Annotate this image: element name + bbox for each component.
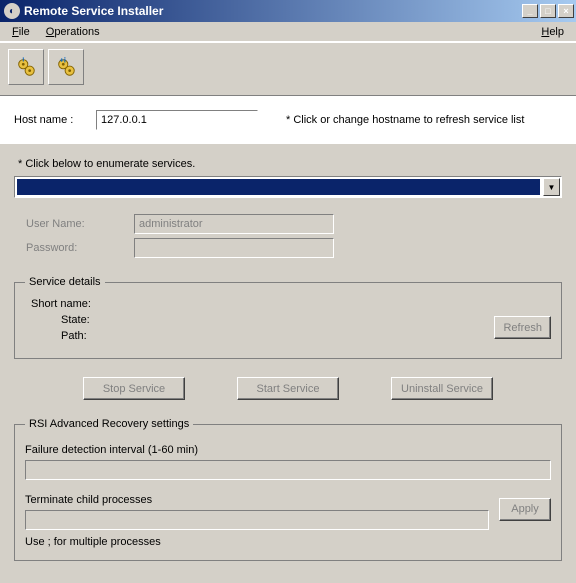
hostname-label: Host name : xyxy=(14,114,96,126)
password-label: Password: xyxy=(26,242,134,254)
toolbar: i +i xyxy=(0,42,576,96)
gears-icon: i xyxy=(15,56,37,78)
multiple-processes-note: Use ; for multiple processes xyxy=(25,536,551,548)
terminate-input xyxy=(25,510,489,530)
uninstall-service-button[interactable]: Uninstall Service xyxy=(391,377,493,400)
failure-interval-label: Failure detection interval (1-60 min) xyxy=(25,444,551,456)
password-input xyxy=(134,238,334,258)
advanced-recovery-group: RSI Advanced Recovery settings Failure d… xyxy=(14,418,562,561)
username-input xyxy=(134,214,334,234)
hostname-input[interactable] xyxy=(96,110,258,130)
toolbar-button-1[interactable]: i xyxy=(8,49,44,85)
service-button-row: Stop Service Start Service Uninstall Ser… xyxy=(14,377,562,400)
menubar: File Operations Help xyxy=(0,22,576,42)
stop-service-button[interactable]: Stop Service xyxy=(83,377,185,400)
hostname-note: * Click or change hostname to refresh se… xyxy=(286,114,524,126)
state-label: State: xyxy=(61,314,90,326)
start-service-button[interactable]: Start Service xyxy=(237,377,339,400)
service-details-legend: Service details xyxy=(25,276,105,288)
services-combo-value xyxy=(17,179,540,195)
refresh-button[interactable]: Refresh xyxy=(494,316,551,339)
main-area: * Click below to enumerate services. ▼ U… xyxy=(0,144,576,573)
menu-operations[interactable]: Operations xyxy=(38,24,108,40)
terminate-label: Terminate child processes xyxy=(25,494,489,506)
toolbar-button-2[interactable]: +i xyxy=(48,49,84,85)
maximize-button[interactable]: □ xyxy=(540,4,556,18)
app-icon: ◐ xyxy=(4,3,20,19)
path-label: Path: xyxy=(61,330,87,342)
svg-text:+i: +i xyxy=(60,56,66,64)
window-title: Remote Service Installer xyxy=(24,4,522,18)
titlebar: ◐ Remote Service Installer _ □ × xyxy=(0,0,576,22)
menu-file[interactable]: File xyxy=(4,24,38,40)
service-details-group: Service details Short name: State: Path:… xyxy=(14,276,562,359)
shortname-label: Short name: xyxy=(31,298,91,310)
menu-help[interactable]: Help xyxy=(533,24,572,40)
apply-button[interactable]: Apply xyxy=(499,498,551,521)
services-combo[interactable]: ▼ xyxy=(14,176,562,198)
advanced-recovery-legend: RSI Advanced Recovery settings xyxy=(25,418,193,430)
close-button[interactable]: × xyxy=(558,4,574,18)
host-row: Host name : * Click or change hostname t… xyxy=(0,96,576,144)
gears-plus-icon: +i xyxy=(55,56,77,78)
minimize-button[interactable]: _ xyxy=(522,4,538,18)
svg-text:i: i xyxy=(22,57,24,64)
enumerate-note: * Click below to enumerate services. xyxy=(18,158,558,170)
chevron-down-icon[interactable]: ▼ xyxy=(543,178,560,196)
failure-interval-input xyxy=(25,460,551,480)
username-label: User Name: xyxy=(26,218,134,230)
